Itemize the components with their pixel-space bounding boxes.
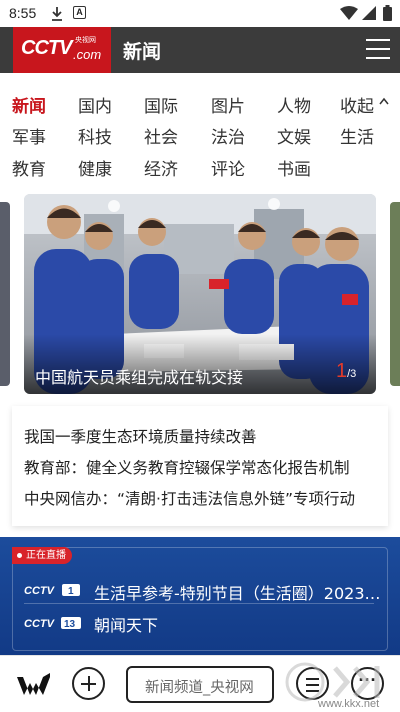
category-economy[interactable]: 经济 bbox=[144, 155, 178, 180]
live-badge-label: 正在直播 bbox=[26, 550, 66, 561]
status-time: 8:55 bbox=[9, 5, 37, 21]
app-header: CCTV 央视网 .com 新闻 bbox=[0, 27, 400, 73]
headline-item[interactable]: 中央网信办：“清朗·打击违法信息外链”专项行动 bbox=[24, 487, 380, 509]
photo-carousel[interactable]: 中国航天员乘组完成在轨交接 1/3 bbox=[0, 194, 400, 394]
category-people[interactable]: 人物 bbox=[277, 92, 311, 117]
slide-total: /3 bbox=[347, 368, 357, 380]
svg-text:13: 13 bbox=[64, 619, 76, 630]
new-tab-plus-icon[interactable] bbox=[72, 667, 105, 700]
svg-text:CCTV: CCTV bbox=[24, 618, 56, 630]
cctv13-channel-icon: CCTV 13 bbox=[24, 617, 81, 630]
live-program-title[interactable]: 生活早参考-特别节目（生活圈）2023-59 bbox=[94, 580, 384, 604]
collapse-button[interactable]: 收起 bbox=[340, 92, 374, 117]
headline-item[interactable]: 教育部：健全义务教育控辍保学常态化报告机制 bbox=[24, 456, 380, 478]
status-bar: 8:55 A bbox=[0, 0, 400, 27]
slide-caption[interactable]: 中国航天员乘组完成在轨交接 bbox=[35, 364, 243, 388]
category-international[interactable]: 国际 bbox=[144, 92, 178, 117]
browser-logo-icon[interactable] bbox=[17, 673, 50, 695]
svg-text:CCTV: CCTV bbox=[24, 585, 56, 597]
download-icon bbox=[52, 7, 62, 21]
headline-item[interactable]: 我国一季度生态环境质量持续改善 bbox=[24, 425, 380, 447]
live-dot-icon bbox=[17, 553, 22, 558]
signal-icon bbox=[362, 6, 376, 20]
logo-subtitle: 央视网 bbox=[75, 36, 96, 44]
a-notification-icon: A bbox=[73, 6, 86, 19]
headline-list: 我国一季度生态环境质量持续改善 教育部：健全义务教育控辍保学常态化报告机制 中央… bbox=[12, 406, 388, 526]
cctv-logo[interactable]: CCTV 央视网 .com bbox=[13, 27, 111, 73]
category-society[interactable]: 社会 bbox=[144, 123, 178, 148]
category-photos[interactable]: 图片 bbox=[211, 92, 245, 117]
category-domestic[interactable]: 国内 bbox=[78, 92, 112, 117]
slide-current: 1 bbox=[336, 360, 348, 382]
category-military[interactable]: 军事 bbox=[12, 123, 46, 148]
category-entertainment[interactable]: 文娱 bbox=[277, 123, 311, 148]
previous-slide-peek[interactable] bbox=[0, 202, 10, 386]
logo-domain: .com bbox=[73, 47, 102, 62]
category-life[interactable]: 生活 bbox=[340, 123, 374, 148]
carousel-slide[interactable]: 中国航天员乘组完成在轨交接 1/3 bbox=[24, 194, 376, 394]
address-bar-text: 新闻频道_央视网 bbox=[145, 680, 254, 696]
address-bar[interactable]: 新闻频道_央视网 bbox=[126, 666, 274, 703]
category-calligraphy[interactable]: 书画 bbox=[277, 155, 311, 180]
battery-icon bbox=[383, 5, 392, 21]
logo-text: CCTV bbox=[21, 37, 72, 59]
slide-counter: 1/3 bbox=[336, 360, 356, 383]
category-news[interactable]: 新闻 bbox=[12, 92, 46, 117]
category-health[interactable]: 健康 bbox=[78, 155, 112, 180]
category-opinion[interactable]: 评论 bbox=[211, 155, 245, 180]
wifi-icon bbox=[340, 6, 358, 20]
category-education[interactable]: 教育 bbox=[12, 155, 46, 180]
svg-text:1: 1 bbox=[68, 586, 74, 597]
cctv1-channel-icon: CCTV 1 bbox=[24, 584, 80, 597]
category-tech[interactable]: 科技 bbox=[78, 123, 112, 148]
chevron-up-icon[interactable] bbox=[379, 97, 389, 105]
category-law[interactable]: 法治 bbox=[211, 123, 245, 148]
next-slide-peek[interactable] bbox=[390, 202, 400, 386]
live-program-title[interactable]: 朝闻天下 bbox=[94, 612, 384, 636]
live-divider bbox=[24, 603, 374, 604]
menu-icon[interactable] bbox=[366, 39, 390, 61]
live-badge: 正在直播 bbox=[12, 547, 72, 564]
page-title: 新闻 bbox=[123, 41, 162, 63]
watermark-url: www.kkx.net bbox=[318, 698, 380, 710]
